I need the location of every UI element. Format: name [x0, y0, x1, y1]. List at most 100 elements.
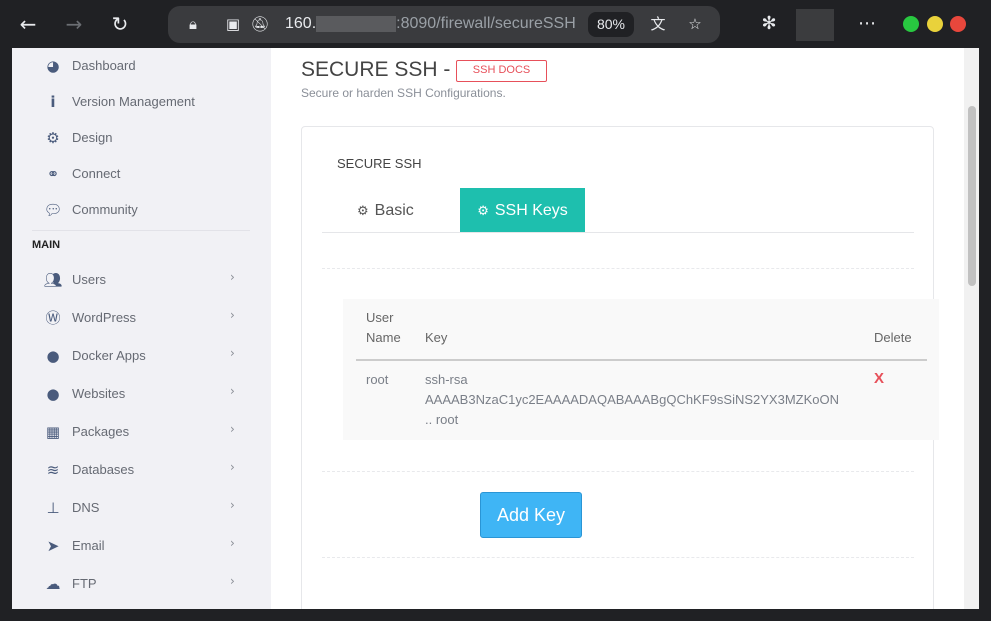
tab-basic[interactable]: ⚙ Basic	[357, 188, 461, 233]
sidebar-item-label: Design	[72, 130, 113, 145]
sidebar-item-label: Email	[72, 538, 105, 553]
chevron-right-icon: ›	[230, 536, 235, 550]
tab-label: SSH Keys	[494, 202, 568, 219]
translate-icon[interactable]: 文	[648, 14, 668, 34]
header-text: User	[366, 310, 394, 325]
site-settings-icon[interactable]: ▣	[223, 14, 243, 34]
sidebar-item-label: Users	[72, 272, 106, 287]
reload-icon[interactable]: ↻	[106, 10, 134, 38]
sidebar-item-label: Databases	[72, 462, 135, 477]
close-button[interactable]	[950, 16, 966, 32]
main-content: SECURE SSH - SSH DOCS Secure or harden S…	[271, 48, 964, 609]
sidebar-item-community[interactable]: 💬︎ Community	[42, 198, 252, 222]
page-scrollbar[interactable]	[964, 48, 979, 609]
key-text: AAAAB3NzaC1yc2EAAAADAQABAAABgQChKF9sSiNS…	[425, 392, 839, 407]
card-title: SECURE SSH	[337, 156, 422, 171]
page-title: SECURE SSH -	[301, 58, 451, 81]
lock-icon[interactable]: 🔒︎	[183, 14, 203, 34]
forward-icon[interactable]: →	[60, 10, 88, 38]
dashed-divider	[322, 557, 914, 558]
cubes-icon: ▦	[45, 423, 61, 441]
chevron-right-icon: ›	[230, 498, 235, 512]
sidebar-item-dns[interactable]: ⊥ DNS ›	[42, 496, 252, 520]
back-icon[interactable]: ←	[14, 10, 42, 38]
sidebar-item-version-management[interactable]: i Version Management	[42, 90, 252, 114]
cloud-upload-icon: ☁	[45, 575, 61, 593]
more-menu-icon[interactable]: ⋯	[853, 10, 881, 38]
sidebar-item-label: WordPress	[72, 310, 137, 325]
sidebar-item-databases[interactable]: ≋ Databases ›	[42, 458, 252, 482]
sidebar-item-docker-apps[interactable]: ● Docker Apps ›	[42, 344, 252, 368]
sidebar-item-label: DNS	[72, 500, 100, 515]
secure-ssh-card: SECURE SSH ⚙ Basic ⚙ SSH Keys User Name Ke…	[301, 126, 939, 609]
cell-user: root	[366, 372, 389, 387]
chevron-right-icon: ›	[230, 460, 235, 474]
sidebar-item-users[interactable]: 👥︎ Users ›	[42, 268, 252, 292]
ssh-keys-table: User Name Key Delete root ssh-rsa AAAAB3…	[343, 299, 939, 440]
chevron-right-icon: ›	[230, 384, 235, 398]
chevron-right-icon: ›	[230, 346, 235, 360]
globe-icon: ●	[46, 347, 60, 365]
extensions-icon[interactable]: ✻	[755, 10, 783, 38]
database-icon: ≋	[46, 461, 60, 479]
url-host: 160.	[285, 15, 317, 32]
header-rule	[356, 359, 927, 361]
gear-icon: ⚙	[46, 129, 60, 147]
sidebar-item-label: Community	[72, 202, 138, 217]
header-user-name: User Name	[366, 308, 401, 348]
sidebar-item-packages[interactable]: ▦ Packages ›	[42, 420, 252, 444]
zoom-indicator[interactable]: 80%	[588, 12, 634, 37]
browser-toolbar: ← → ↻ 🔒︎ ▣ 🔕︎ 160. :8090/firewall/secureS…	[0, 0, 991, 48]
gear-icon: ⚙	[357, 204, 369, 219]
sidebar-item-websites[interactable]: ● Websites ›	[42, 382, 252, 406]
notifications-off-icon[interactable]: 🔕︎	[250, 14, 270, 34]
url-path: :8090/firewall/secureSSH	[396, 15, 576, 32]
sidebar-item-design[interactable]: ⚙ Design	[42, 126, 252, 150]
cell-key: ssh-rsa AAAAB3NzaC1yc2EAAAADAQABAAABgQCh…	[425, 370, 839, 430]
add-key-button[interactable]: Add Key	[480, 492, 582, 538]
link-icon: ⚭	[46, 165, 60, 183]
sidebar: ◕ Dashboard i Version Management ⚙ Desig…	[12, 48, 271, 609]
sidebar-heading-main: MAIN	[32, 239, 61, 251]
dashed-divider	[322, 268, 914, 269]
sidebar-item-label: Websites	[72, 386, 126, 401]
sidebar-item-dashboard[interactable]: ◕ Dashboard	[42, 54, 252, 78]
sidebar-item-wordpress[interactable]: Ⓦ WordPress ›	[42, 306, 252, 330]
chevron-right-icon: ›	[230, 270, 235, 284]
users-icon: 👥︎	[43, 271, 63, 289]
tab-ssh-keys[interactable]: ⚙ SSH Keys	[460, 188, 585, 233]
sitemap-icon: ⊥	[46, 499, 60, 517]
sidebar-item-label: Version Management	[72, 94, 195, 109]
sidebar-item-label: Dashboard	[72, 58, 136, 73]
page-subtitle: Secure or harden SSH Configurations.	[301, 86, 506, 100]
key-text: ssh-rsa	[425, 372, 468, 387]
url-text[interactable]: 160. :8090/firewall/secureSSH	[285, 15, 615, 33]
sidebar-item-connect[interactable]: ⚭ Connect	[42, 162, 252, 186]
comments-icon: 💬︎	[43, 201, 63, 219]
minimize-button[interactable]	[903, 16, 919, 32]
sidebar-item-ftp[interactable]: ☁ FTP ›	[42, 572, 252, 596]
scrollbar-thumb[interactable]	[968, 106, 976, 286]
gears-icon: ⚙	[477, 204, 489, 219]
wordpress-icon: Ⓦ	[45, 309, 61, 327]
redacted-host	[316, 15, 397, 32]
sidebar-item-label: Docker Apps	[72, 348, 146, 363]
tab-divider	[322, 232, 914, 233]
paper-plane-icon: ➤	[46, 537, 60, 555]
header-key: Key	[425, 330, 448, 345]
chevron-right-icon: ›	[230, 308, 235, 322]
tachometer-icon: ◕	[46, 57, 60, 75]
address-bar[interactable]: 🔒︎ ▣ 🔕︎ 160. :8090/firewall/secureSSH 80%…	[168, 6, 720, 43]
header-text: Name	[366, 330, 401, 345]
delete-key-button[interactable]: X	[874, 370, 884, 387]
sidebar-item-label: Packages	[72, 424, 130, 439]
chevron-right-icon: ›	[230, 574, 235, 588]
sidebar-item-email[interactable]: ➤ Email ›	[42, 534, 252, 558]
dashed-divider	[322, 471, 914, 472]
profile-avatar[interactable]	[796, 9, 834, 41]
maximize-button[interactable]	[927, 16, 943, 32]
bookmark-icon[interactable]: ☆	[685, 14, 705, 34]
ssh-docs-button[interactable]: SSH DOCS	[456, 60, 547, 82]
key-text: .. root	[425, 412, 459, 427]
globe-icon: ●	[46, 385, 60, 403]
